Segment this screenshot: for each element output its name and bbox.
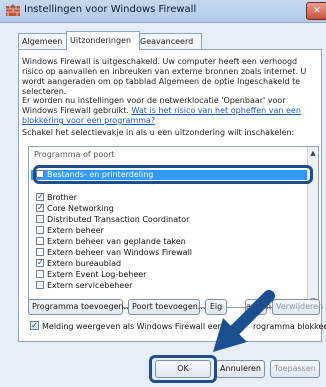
firewall-brick-icon (6, 4, 20, 16)
list-item-label: Extern Event Log-beheer (47, 270, 147, 279)
checkbox-unchecked[interactable] (36, 269, 44, 278)
list-item[interactable]: ✓ Core Networking (36, 203, 114, 214)
tab-algemeen[interactable]: Algemeen (18, 33, 70, 49)
list-item[interactable]: ✓ Brother (36, 192, 77, 203)
checkbox-unchecked[interactable] (36, 214, 44, 223)
list-item[interactable]: Extern beheer (36, 225, 104, 236)
list-item-label: Extern servicebeheer (47, 281, 133, 290)
firewall-settings-window: Instellingen voor Windows Firewall ✕ Alg… (0, 0, 326, 387)
scroll-up-icon[interactable]: ▲ (309, 149, 317, 157)
title-bar[interactable]: Instellingen voor Windows Firewall ✕ (0, 0, 326, 23)
tab-geavanceerd[interactable]: Geavanceerd (136, 33, 202, 49)
close-button[interactable]: ✕ (306, 2, 326, 20)
apply-button[interactable]: Toepassen (270, 360, 320, 378)
cancel-button[interactable]: Annuleren (216, 360, 265, 378)
checkbox-checked[interactable]: ✓ (36, 192, 44, 201)
list-item-label: Extern bureaublad (47, 259, 122, 268)
window-title: Instellingen voor Windows Firewall (24, 4, 197, 15)
add-program-button[interactable]: Programma toevoegen... (28, 299, 131, 315)
pointer-arrow-icon (213, 290, 275, 352)
checkbox-checked[interactable]: ✓ (36, 203, 44, 212)
firewall-off-warning: Windows Firewall is uitgeschakeld. Uw co… (22, 57, 307, 96)
notify-label: Melding weergeven als Windows Firewall e… (42, 322, 223, 331)
delete-button[interactable]: Verwijderen (272, 299, 323, 315)
highlight-callout-frame (33, 165, 313, 184)
add-port-button[interactable]: Poort toevoegen... (128, 299, 206, 315)
notify-checkbox[interactable]: ✓ (30, 321, 39, 330)
list-item-label: Core Networking (47, 204, 114, 213)
list-item[interactable]: ✓ Extern bureaublad (36, 258, 122, 269)
list-item-label: Extern beheer van Windows Firewall (47, 248, 193, 257)
checkbox-unchecked[interactable] (36, 280, 44, 289)
list-column-header[interactable]: Programma of poort (34, 150, 304, 159)
list-item[interactable]: Distributed Transaction Coordinator (36, 214, 190, 225)
checkbox-checked[interactable]: ✓ (36, 258, 44, 267)
checkbox-unchecked[interactable] (36, 225, 44, 234)
checkbox-unchecked[interactable] (36, 236, 44, 245)
list-item-label: Extern beheer van geplande taken (47, 237, 186, 246)
notify-block-option[interactable]: ✓ Melding weergeven als Windows Firewall … (30, 321, 223, 331)
exception-instruction: Schakel het selectievakje in als u een u… (22, 128, 295, 137)
list-item-label: Distributed Transaction Coordinator (47, 215, 190, 224)
list-item[interactable]: Extern Event Log-beheer (36, 269, 147, 280)
checkbox-unchecked[interactable] (36, 247, 44, 256)
list-item[interactable]: Extern servicebeheer (36, 280, 133, 291)
close-icon: ✕ (313, 6, 321, 16)
tab-uitzonderingen[interactable]: Uitzonderingen (66, 31, 140, 50)
list-item-label: Brother (47, 193, 77, 202)
list-item[interactable]: Extern beheer van geplande taken (36, 236, 186, 247)
network-location-text: Er worden nu instellingen voor de netwer… (22, 96, 314, 126)
list-item[interactable]: Extern beheer van Windows Firewall (36, 247, 193, 258)
list-item-label: Extern beheer (47, 226, 104, 235)
